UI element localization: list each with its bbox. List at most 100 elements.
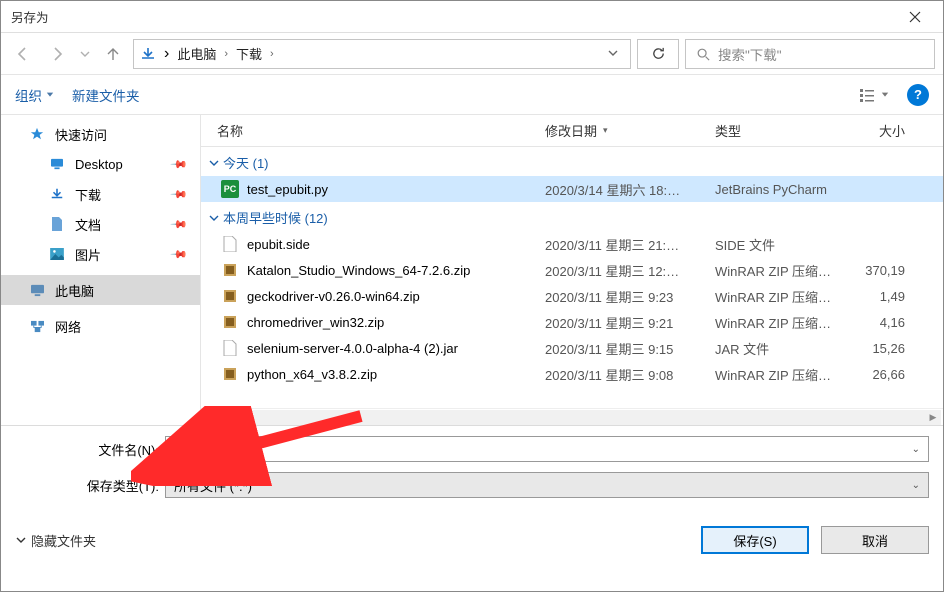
documents-icon: [49, 217, 65, 231]
star-icon: [29, 127, 45, 141]
chevron-down-icon: [15, 534, 27, 546]
new-folder-button[interactable]: 新建文件夹: [72, 85, 140, 105]
close-icon: [909, 11, 921, 23]
file-date: 2020/3/11 星期三 9:21: [545, 313, 715, 332]
up-button[interactable]: [99, 40, 127, 68]
pictures-icon: [49, 248, 65, 260]
file-row[interactable]: geckodriver-v0.26.0-win64.zip2020/3/11 星…: [201, 283, 943, 309]
file-type: WinRAR ZIP 压缩…: [715, 365, 855, 384]
sidebar: 快速访问 Desktop📌 下载📌 文档📌 图片📌 此电脑 网络: [1, 115, 201, 425]
file-size: 1,49: [855, 289, 905, 304]
chevron-down-icon: [608, 48, 618, 58]
close-button[interactable]: [893, 1, 937, 33]
sidebar-item-quick-access[interactable]: 快速访问: [1, 119, 200, 149]
search-icon: [696, 47, 710, 61]
file-name: geckodriver-v0.26.0-win64.zip: [247, 289, 420, 304]
chevron-down-icon[interactable]: ⌄: [912, 444, 920, 455]
col-name[interactable]: 名称: [217, 121, 545, 140]
crumb-downloads[interactable]: 下载: [236, 44, 262, 63]
file-row[interactable]: PC test_epubit.py 2020/3/14 星期六 18:…JetBra…: [201, 176, 943, 202]
pycharm-file-icon: PC: [221, 180, 239, 198]
cancel-button[interactable]: 取消: [821, 526, 929, 554]
col-type[interactable]: 类型: [715, 121, 855, 140]
chevron-down-icon[interactable]: ⌄: [912, 480, 920, 491]
scroll-track[interactable]: [219, 410, 925, 425]
file-type: WinRAR ZIP 压缩…: [715, 287, 855, 306]
file-date: 2020/3/14 星期六 18:…: [545, 180, 715, 199]
scroll-left-icon[interactable]: ◀: [203, 410, 219, 425]
refresh-button[interactable]: [637, 39, 679, 69]
help-button[interactable]: ?: [907, 84, 929, 106]
action-row: 隐藏文件夹 保存(S) 取消: [15, 526, 929, 554]
file-row[interactable]: selenium-server-4.0.0-alpha-4 (2).jar202…: [201, 335, 943, 361]
file-group-header[interactable]: 本周早些时候 (12): [201, 202, 943, 231]
file-name: Katalon_Studio_Windows_64-7.2.6.zip: [247, 263, 470, 278]
file-row[interactable]: chromedriver_win32.zip2020/3/11 星期三 9:21…: [201, 309, 943, 335]
col-date[interactable]: 修改日期▾: [545, 121, 715, 140]
view-mode-button[interactable]: [860, 88, 889, 102]
crumb-thispc[interactable]: 此电脑: [177, 44, 216, 63]
file-size: 4,16: [855, 315, 905, 330]
refresh-icon: [651, 46, 666, 61]
file-name: python_x64_v3.8.2.zip: [247, 367, 377, 382]
file-name: selenium-server-4.0.0-alpha-4 (2).jar: [247, 341, 458, 356]
chevron-down-icon: [209, 213, 219, 223]
file-row[interactable]: Katalon_Studio_Windows_64-7.2.6.zip2020/…: [201, 257, 943, 283]
horizontal-scrollbar[interactable]: ◀ ▶: [201, 408, 943, 425]
history-dropdown[interactable]: [77, 40, 93, 68]
forward-button[interactable]: [43, 40, 71, 68]
sidebar-item-pictures[interactable]: 图片📌: [1, 239, 200, 269]
file-group-header[interactable]: 今天 (1): [201, 147, 943, 176]
file-type: JetBrains PyCharm: [715, 182, 855, 197]
file-size: 26,66: [855, 367, 905, 382]
hide-folders-toggle[interactable]: 隐藏文件夹: [15, 531, 96, 550]
pin-icon: 📌: [170, 155, 189, 174]
caret-down-icon: [46, 91, 54, 99]
filetype-row: 保存类型(T): 所有文件 (*.*) ⌄: [15, 472, 929, 498]
arrow-right-icon: [49, 46, 65, 62]
file-size: 370,19: [855, 263, 905, 278]
address-bar[interactable]: › 此电脑 › 下载 ›: [133, 39, 631, 69]
bottom-panel: 文件名(N): test_epubit.py ⌄ 保存类型(T): 所有文件 (…: [1, 425, 943, 564]
col-size[interactable]: 大小: [855, 121, 905, 140]
chevron-right-icon: ›: [224, 48, 228, 60]
chevron-down-icon: [209, 158, 219, 168]
sidebar-item-desktop[interactable]: Desktop📌: [1, 149, 200, 179]
sidebar-item-downloads[interactable]: 下载📌: [1, 179, 200, 209]
sidebar-item-documents[interactable]: 文档📌: [1, 209, 200, 239]
scroll-right-icon[interactable]: ▶: [925, 410, 941, 425]
back-button[interactable]: [9, 40, 37, 68]
organize-menu[interactable]: 组织: [15, 85, 54, 105]
generic-file-icon: [221, 235, 239, 253]
desktop-icon: [49, 158, 65, 170]
file-type: WinRAR ZIP 压缩…: [715, 313, 855, 332]
filename-label: 文件名(N):: [15, 440, 165, 459]
filename-input[interactable]: test_epubit.py ⌄: [165, 436, 929, 462]
file-type: WinRAR ZIP 压缩…: [715, 261, 855, 280]
file-row[interactable]: python_x64_v3.8.2.zip2020/3/11 星期三 9:08W…: [201, 361, 943, 387]
file-name: test_epubit.py: [247, 182, 328, 197]
pin-icon: 📌: [170, 185, 189, 204]
chevron-right-icon: ›: [270, 48, 274, 60]
zip-file-icon: [221, 261, 239, 279]
chevron-right-icon: ›: [164, 45, 169, 63]
zip-file-icon: [221, 287, 239, 305]
file-list[interactable]: 今天 (1) PC test_epubit.py 2020/3/14 星期六 18:……: [201, 147, 943, 408]
pin-icon: 📌: [170, 245, 189, 264]
search-placeholder: 搜索"下载": [718, 44, 782, 64]
file-row[interactable]: epubit.side2020/3/11 星期三 21:…SIDE 文件: [201, 231, 943, 257]
address-dropdown[interactable]: [602, 47, 624, 61]
window-title: 另存为: [11, 7, 49, 26]
breadcrumbs: 此电脑 › 下载 ›: [177, 44, 594, 63]
save-button[interactable]: 保存(S): [701, 526, 809, 554]
zip-file-icon: [221, 365, 239, 383]
sidebar-item-thispc[interactable]: 此电脑: [1, 275, 200, 305]
search-box[interactable]: 搜索"下载": [685, 39, 935, 69]
arrow-left-icon: [15, 46, 31, 62]
filetype-select[interactable]: 所有文件 (*.*) ⌄: [165, 472, 929, 498]
sidebar-item-network[interactable]: 网络: [1, 311, 200, 341]
file-type: JAR 文件: [715, 339, 855, 358]
downloads-icon: [140, 46, 156, 62]
tool-row: 组织 新建文件夹 ?: [1, 75, 943, 115]
monitor-icon: [29, 284, 45, 297]
